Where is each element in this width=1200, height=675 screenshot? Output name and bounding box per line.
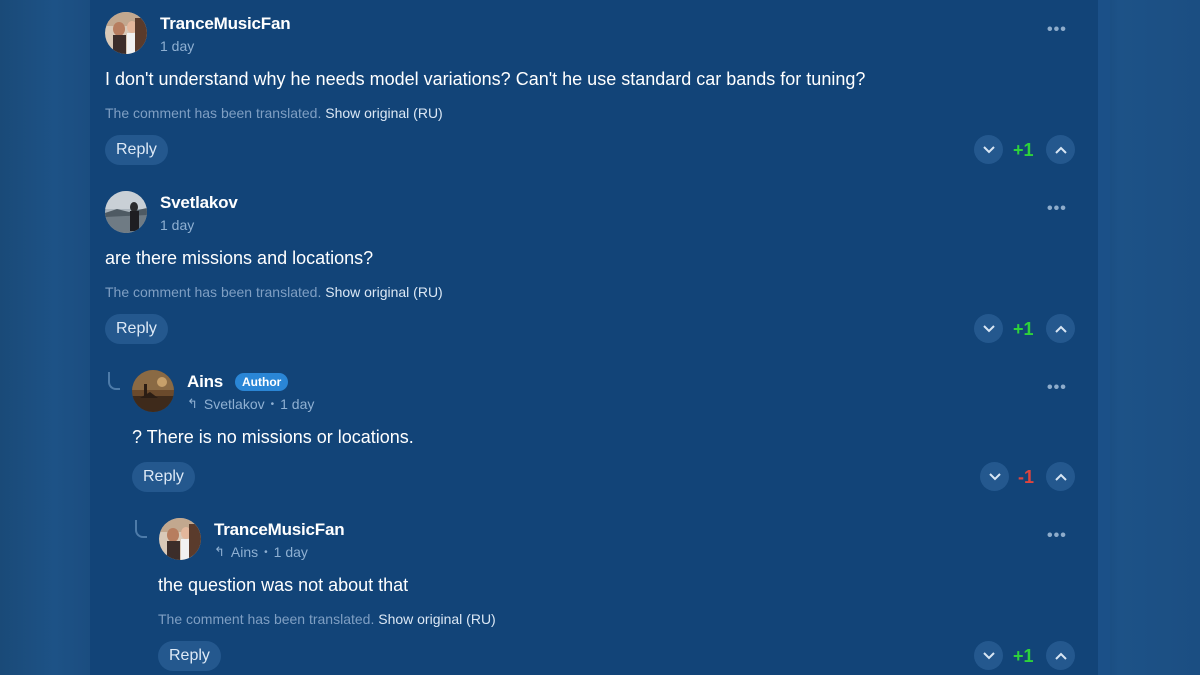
comment-time: 1 day <box>160 217 195 233</box>
chevron-up-icon <box>1054 325 1067 333</box>
show-original-link[interactable]: Show original (RU) <box>325 105 442 121</box>
page-background-right <box>1098 0 1200 675</box>
comment-meta: 1 day <box>160 38 194 54</box>
translation-notice: The comment has been translated. Show or… <box>105 284 443 300</box>
comments-panel: TranceMusicFan 1 day ••• I don't underst… <box>90 0 1098 675</box>
reply-to-user[interactable]: Svetlakov <box>204 396 265 412</box>
downvote-button[interactable] <box>974 314 1003 343</box>
avatar[interactable] <box>132 370 174 412</box>
translation-note: The comment has been translated. <box>105 105 322 121</box>
comment-meta: 1 day <box>160 217 194 233</box>
upvote-button[interactable] <box>1046 135 1075 164</box>
reply-button[interactable]: Reply <box>132 462 195 492</box>
downvote-button[interactable] <box>980 462 1009 491</box>
author-badge: Author <box>235 373 289 391</box>
separator-dot: • <box>270 398 275 410</box>
downvote-button[interactable] <box>974 135 1003 164</box>
reply-arrow-icon: ↰ <box>214 544 225 559</box>
comment-text: the question was not about that <box>158 575 409 595</box>
comment-text: ? There is no missions or locations. <box>132 427 414 447</box>
translation-note: The comment has been translated. <box>158 611 375 627</box>
vote-score: -1 <box>1018 467 1035 487</box>
upvote-button[interactable] <box>1046 314 1075 343</box>
translation-note: The comment has been translated. <box>105 284 322 300</box>
page-background-left <box>0 0 90 675</box>
upvote-button[interactable] <box>1046 462 1075 491</box>
more-options-icon[interactable]: ••• <box>1047 200 1067 218</box>
chevron-up-icon <box>1054 146 1067 154</box>
more-options-icon[interactable]: ••• <box>1047 379 1067 397</box>
downvote-button[interactable] <box>974 641 1003 670</box>
vote-score: +1 <box>1013 319 1034 339</box>
chevron-down-icon <box>988 472 1001 480</box>
vote-score: +1 <box>1013 646 1034 666</box>
chevron-down-icon <box>982 324 995 332</box>
comment-username[interactable]: TranceMusicFan <box>214 520 345 540</box>
reply-button[interactable]: Reply <box>105 135 168 165</box>
chevron-down-icon <box>982 145 995 153</box>
avatar[interactable] <box>105 12 147 54</box>
reply-to-user[interactable]: Ains <box>231 544 258 560</box>
more-options-icon[interactable]: ••• <box>1047 21 1067 39</box>
chevron-up-icon <box>1054 473 1067 481</box>
reply-button[interactable]: Reply <box>105 314 168 344</box>
comment-time: 1 day <box>273 544 308 560</box>
comment-username[interactable]: Svetlakov <box>160 193 238 213</box>
comment-time: 1 day <box>280 396 315 412</box>
thread-connector <box>108 372 120 390</box>
comment-username[interactable]: TranceMusicFan <box>160 14 291 34</box>
reply-button[interactable]: Reply <box>158 641 221 671</box>
show-original-link[interactable]: Show original (RU) <box>325 284 442 300</box>
chevron-down-icon <box>982 651 995 659</box>
more-options-icon[interactable]: ••• <box>1047 527 1067 545</box>
comment-meta: ↰ Ains • 1 day <box>214 544 308 560</box>
translation-notice: The comment has been translated. Show or… <box>158 611 496 627</box>
thread-connector <box>135 520 147 538</box>
upvote-button[interactable] <box>1046 641 1075 670</box>
comment-text: I don't understand why he needs model va… <box>105 69 866 89</box>
comment-time: 1 day <box>160 38 195 54</box>
separator-dot: • <box>264 546 268 558</box>
avatar[interactable] <box>159 518 201 560</box>
chevron-up-icon <box>1054 652 1067 660</box>
vote-score: +1 <box>1013 140 1034 160</box>
show-original-link[interactable]: Show original (RU) <box>378 611 495 627</box>
avatar[interactable] <box>105 191 147 233</box>
translation-notice: The comment has been translated. Show or… <box>105 105 443 121</box>
comment-username[interactable]: Ains <box>187 372 223 392</box>
comment-meta: ↰ Svetlakov • 1 day <box>187 396 314 412</box>
comment-text: are there missions and locations? <box>105 248 374 268</box>
reply-arrow-icon: ↰ <box>187 396 198 411</box>
